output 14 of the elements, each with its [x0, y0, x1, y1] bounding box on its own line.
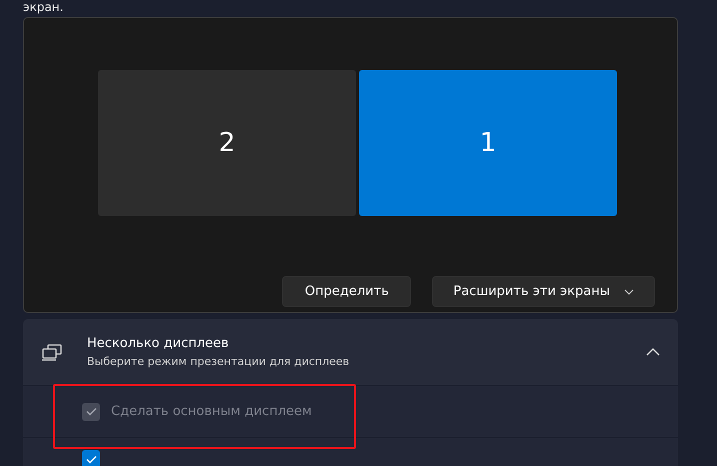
checkbox[interactable] — [82, 450, 100, 466]
check-icon — [86, 407, 96, 416]
chevron-icon[interactable] — [646, 348, 660, 356]
caret-icon — [624, 288, 634, 295]
description-text: экран. — [23, 0, 64, 16]
monitor-tile[interactable]: 1 — [359, 70, 617, 216]
monitor-tile[interactable]: 2 — [98, 70, 356, 216]
displays-icon — [41, 343, 63, 361]
identify-button[interactable]: Определить — [282, 276, 412, 308]
mode-dropdown[interactable]: Расширить эти экраны — [432, 276, 655, 308]
section-subtitle: Выберите режим презентации для дисплеев — [87, 355, 350, 368]
check-icon — [86, 454, 96, 464]
checkbox-label: Сделать основным дисплеем — [111, 404, 312, 419]
section-title: Несколько дисплеев — [87, 336, 230, 351]
